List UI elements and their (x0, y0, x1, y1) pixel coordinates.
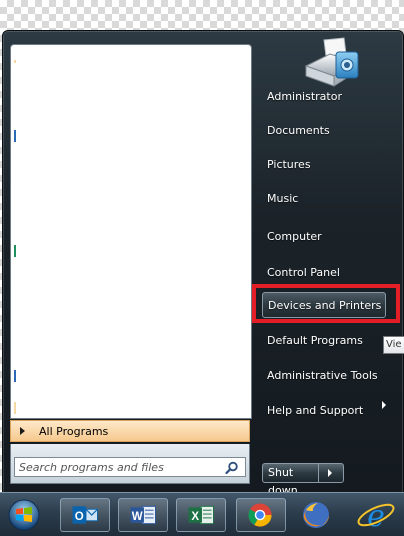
list-item-edge (14, 130, 16, 142)
shut-down-options-arrow-icon[interactable] (328, 469, 332, 477)
menu-item-computer[interactable]: Computer (262, 223, 392, 249)
outlook-icon: O (72, 506, 98, 524)
menu-item-label: Computer (267, 229, 322, 243)
programs-list-pane (10, 44, 252, 419)
word-taskbar-button[interactable]: W (118, 498, 168, 532)
menu-item-label: Control Panel (267, 265, 340, 279)
internet-explorer-icon[interactable]: e (354, 498, 398, 532)
excel-taskbar-button[interactable]: X (176, 498, 226, 532)
menu-item-label: Documents (267, 123, 330, 137)
shut-down-label: Shut down (263, 464, 319, 497)
svg-text:W: W (132, 511, 143, 523)
word-icon: W (130, 505, 156, 525)
triangle-right-icon (20, 427, 25, 435)
all-programs-label: All Programs (39, 424, 109, 438)
menu-item-label: Help and Support (267, 403, 364, 417)
menu-item-administrator[interactable]: Administrator (262, 83, 392, 109)
menu-item-pictures[interactable]: Pictures (262, 151, 392, 177)
menu-item-label: Music (267, 191, 299, 205)
menu-item-administrative-tools[interactable]: Administrative Tools (262, 362, 392, 388)
menu-item-default-programs[interactable]: Default Programs (262, 327, 392, 353)
menu-item-label: Default Programs (267, 333, 363, 347)
menu-item-label: Administrator (267, 89, 342, 103)
all-programs-button[interactable]: All Programs (10, 420, 250, 442)
tooltip: Vie (383, 336, 404, 354)
chrome-icon (248, 503, 272, 527)
outlook-taskbar-button[interactable]: O (60, 498, 110, 532)
excel-icon: X (188, 505, 214, 525)
menu-item-label: Administrative Tools (267, 368, 378, 382)
menu-item-control-panel[interactable]: Control Panel (262, 259, 392, 285)
start-orb-icon[interactable] (4, 498, 44, 532)
list-item-edge (14, 370, 16, 382)
search-input[interactable] (15, 459, 211, 475)
list-item-edge (14, 245, 16, 257)
taskbar: O W X e (0, 492, 404, 536)
chrome-taskbar-button[interactable] (236, 498, 286, 532)
svg-text:X: X (191, 511, 199, 523)
svg-text:e: e (367, 499, 385, 532)
highlight-annotation-box (252, 284, 400, 323)
list-item-edge (14, 402, 16, 414)
menu-item-documents[interactable]: Documents (262, 117, 392, 143)
shut-down-button[interactable]: Shut down (262, 463, 344, 497)
start-menu: All Programs Search programs and files A… (2, 30, 404, 497)
menu-item-label: Pictures (267, 157, 311, 171)
search-box[interactable] (14, 457, 246, 477)
firefox-icon[interactable] (296, 498, 336, 532)
svg-text:O: O (75, 511, 84, 523)
magnifier-icon[interactable] (225, 461, 239, 475)
search-area (10, 444, 250, 484)
list-item-edge (14, 60, 16, 63)
menu-item-help-and-support[interactable]: Help and Support (262, 397, 392, 423)
menu-item-music[interactable]: Music (262, 185, 392, 211)
